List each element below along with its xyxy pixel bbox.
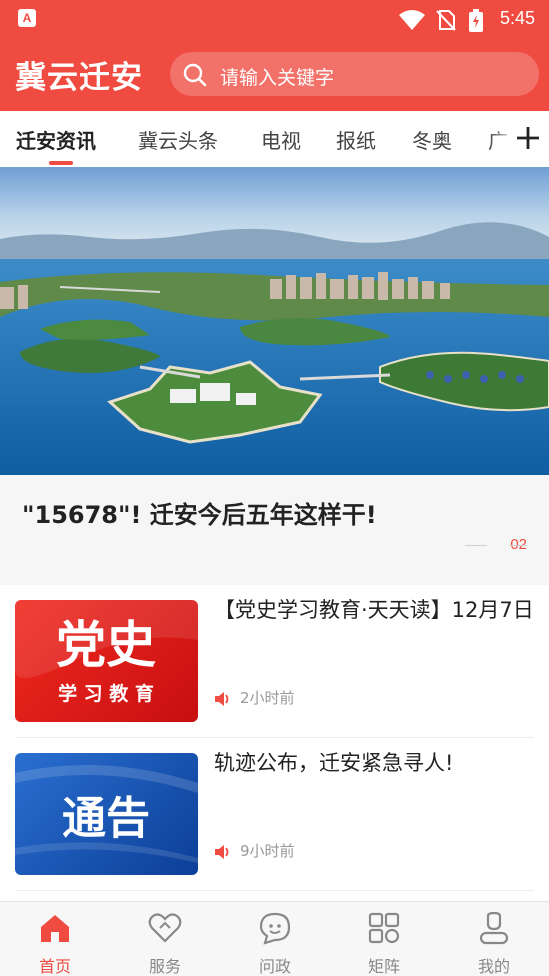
home-icon: [41, 915, 69, 942]
tab-qianan-news[interactable]: 迁安资讯: [16, 125, 96, 154]
tab-winter-olympics[interactable]: 冬奥: [412, 125, 452, 154]
nav-services-label: 服务: [148, 957, 181, 976]
app-notification-icon: A: [18, 9, 36, 27]
pager-line-left: [465, 545, 487, 546]
notice-graphic: 通告: [15, 765, 198, 863]
nav-profile[interactable]: 我的: [439, 902, 549, 976]
nav-home[interactable]: 首页: [0, 902, 110, 976]
banner-image[interactable]: [0, 167, 549, 475]
status-bar: A 5:45: [0, 0, 549, 38]
app-screen: A 5:45 冀云迁安 请输入关键字 迁安资讯 冀云头条 电视 报纸 冬奥 "1…: [0, 0, 549, 976]
top-bar: A 5:45 冀云迁安 请输入关键字: [0, 0, 549, 111]
news-time: 2小时前: [240, 689, 295, 707]
news-title: 【党史学习教育·天天读】12月7日: [214, 598, 534, 622]
news-meta: 9小时前: [214, 840, 295, 861]
heart-icon: [148, 913, 182, 943]
tab-jiyun-headlines[interactable]: 冀云头条: [138, 125, 218, 154]
tab-tv[interactable]: 电视: [261, 125, 301, 154]
nav-inquiry[interactable]: 问政: [220, 902, 330, 976]
news-title: 轨迹公布，迁安紧急寻人!: [214, 751, 454, 775]
chat-icon: [259, 912, 291, 945]
banner-headline[interactable]: "15678"! 迁安今后五年这样干! 02: [0, 475, 549, 585]
news-item[interactable]: 党史 学 习 教 育 【党史学习教育·天天读】12月7日 2小时前: [0, 585, 549, 737]
nav-matrix-label: 矩阵: [367, 957, 400, 976]
audio-speaker-icon[interactable]: [214, 844, 232, 860]
nav-profile-label: 我的: [477, 957, 510, 976]
aerial-lake-photo: [0, 167, 549, 475]
headline-title: "15678"! 迁安今后五年这样干!: [22, 501, 377, 529]
party-history-graphic: 党史 学 习 教 育: [15, 600, 198, 705]
battery-icon: [469, 9, 483, 32]
wifi-icon: [399, 10, 425, 30]
pager-line-right: [509, 545, 527, 546]
news-item[interactable]: 通告 轨迹公布，迁安紧急寻人! 9小时前: [0, 738, 549, 890]
nav-home-label: 首页: [38, 957, 71, 976]
divider: [15, 890, 534, 891]
bottom-navigation: 首页 服务 问政 矩阵 我的: [0, 901, 549, 976]
nav-matrix[interactable]: 矩阵: [329, 902, 439, 976]
news-thumbnail: 党史 学 习 教 育: [15, 600, 198, 722]
news-meta: 2小时前: [214, 687, 295, 708]
news-time: 9小时前: [240, 842, 295, 860]
thumb-main-text: 党史: [56, 615, 156, 674]
news-thumbnail: 通告: [15, 753, 198, 875]
no-sim-icon: [436, 10, 456, 31]
channel-tabs: 迁安资讯 冀云头条 电视 报纸 冬奥 广: [0, 111, 549, 167]
search-placeholder: 请输入关键字: [220, 67, 335, 89]
audio-speaker-icon[interactable]: [214, 691, 232, 707]
nav-inquiry-label: 问政: [258, 957, 291, 976]
active-tab-indicator: [49, 161, 73, 165]
thumb-sub-text: 学 习 教 育: [58, 682, 154, 705]
search-icon: [183, 63, 207, 87]
clock: 5:45: [499, 8, 535, 28]
grid-icon: [368, 912, 400, 944]
nav-services[interactable]: 服务: [110, 902, 220, 976]
person-icon: [479, 911, 509, 945]
add-channel-icon[interactable]: [515, 125, 541, 151]
tab-newspaper[interactable]: 报纸: [336, 125, 376, 154]
thumb-main-text: 通告: [62, 793, 150, 844]
search-bar[interactable]: 请输入关键字: [170, 52, 539, 96]
app-title: 冀云迁安: [15, 60, 143, 96]
